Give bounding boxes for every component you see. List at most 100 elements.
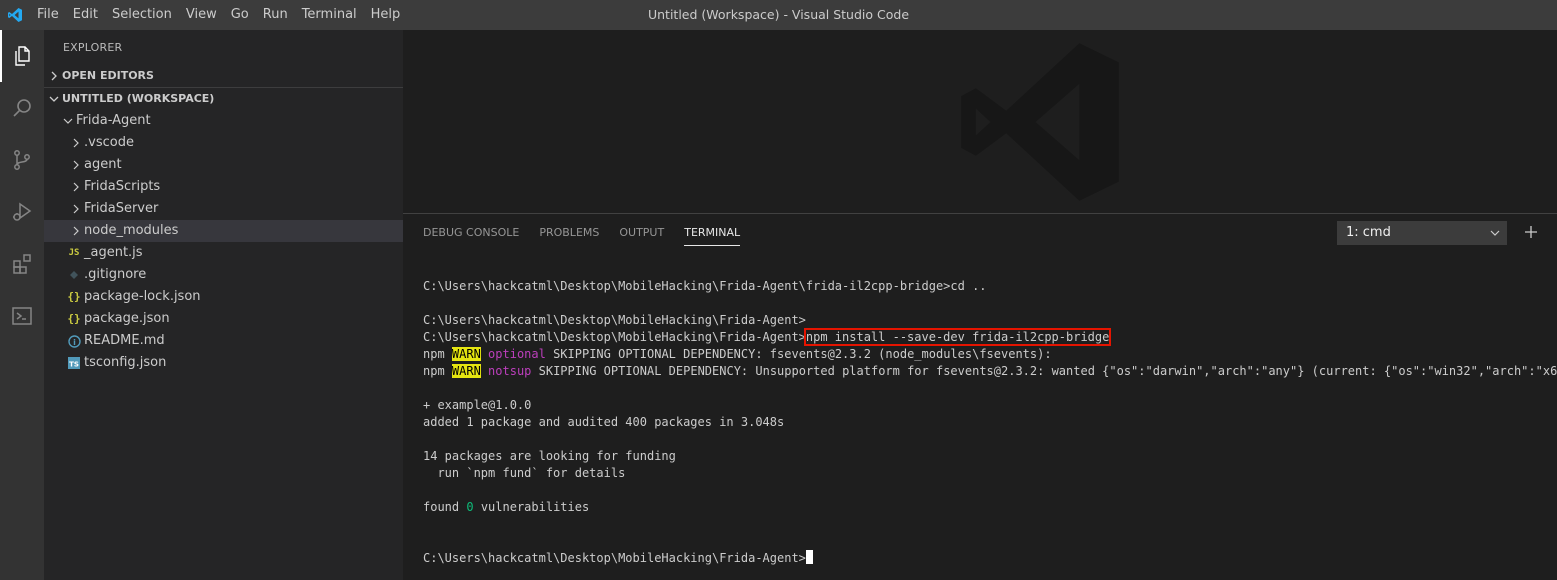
warn-message: SKIPPING OPTIONAL DEPENDENCY: Unsupporte… [531,364,1557,378]
warn-badge: WARN [451,347,481,361]
tree-label: node_modules [84,223,179,238]
tree-file[interactable]: TS tsconfig.json [44,352,403,374]
menu-view[interactable]: View [179,0,224,30]
tree-file[interactable]: i README.md [44,330,403,352]
extensions-icon[interactable] [0,238,44,290]
found-label: found [423,500,467,514]
terminal-cursor [805,550,813,564]
tab-output[interactable]: OUTPUT [609,214,674,252]
tree-file[interactable]: {} package-lock.json [44,286,403,308]
menu-edit[interactable]: Edit [66,0,105,30]
warn-badge: WARN [451,364,481,378]
tree-label: tsconfig.json [84,355,167,370]
vscode-watermark-icon [961,43,1119,201]
tree-folder[interactable]: .vscode [44,132,403,154]
vulnerabilities-label: vulnerabilities [473,500,590,514]
open-editors-label: OPEN EDITORS [62,69,154,82]
chevron-right-icon [68,198,84,220]
editor-area [403,30,1557,213]
menu-terminal[interactable]: Terminal [295,0,364,30]
chevron-right-icon [68,220,84,242]
tree-label: .vscode [84,135,134,150]
chevron-down-icon [60,110,76,132]
vulnerability-count: 0 [466,500,474,514]
terminal-line: found 0 vulnerabilities [423,499,1553,516]
warn-tag: optional [488,347,546,361]
terminal-line: npm WARN optional SKIPPING OPTIONAL DEPE… [423,346,1553,363]
tree-folder-selected[interactable]: node_modules [44,220,403,242]
menu-go[interactable]: Go [224,0,256,30]
tree-label: package.json [84,311,170,326]
tree-label: README.md [84,333,165,348]
tree-file[interactable]: .gitignore [44,264,403,286]
vscode-logo-icon[interactable] [0,0,30,30]
chevron-right-icon [68,154,84,176]
menu-file[interactable]: File [30,0,66,30]
tab-terminal[interactable]: TERMINAL [674,214,750,252]
menu-run[interactable]: Run [256,0,295,30]
terminal-line: C:\Users\hackcatml\Desktop\MobileHacking… [423,279,987,293]
workspace-section[interactable]: UNTITLED (WORKSPACE) [44,87,403,110]
terminal-line: added 1 package and audited 400 packages… [423,415,785,429]
warn-message: SKIPPING OPTIONAL DEPENDENCY: fsevents@2… [545,347,1052,361]
tree-label: package-lock.json [84,289,201,304]
tree-file[interactable]: JS _agent.js [44,242,403,264]
tree-label: agent [84,157,122,172]
tab-problems[interactable]: PROBLEMS [529,214,609,252]
chevron-right-icon [46,65,62,87]
terminal-select-value: 1: cmd [1346,225,1391,240]
tree-folder[interactable]: agent [44,154,403,176]
terminal-line: C:\Users\hackcatml\Desktop\MobileHacking… [423,313,806,327]
tree-label: Frida-Agent [76,113,151,128]
terminal-line: 14 packages are looking for funding [423,449,676,463]
tree-label: .gitignore [84,267,147,282]
chevron-down-icon [1490,222,1500,244]
terminal-prompt: C:\Users\hackcatml\Desktop\MobileHacking… [423,551,806,565]
run-debug-icon[interactable] [0,186,44,238]
tree-label: FridaScripts [84,179,161,194]
remote-icon[interactable] [0,290,44,342]
chevron-down-icon [46,88,62,110]
npm-label: npm [423,347,452,361]
tree-folder[interactable]: FridaScripts [44,176,403,198]
git-file-icon [66,264,82,286]
panel-tabs: DEBUG CONSOLE PROBLEMS OUTPUT TERMINAL [413,214,750,252]
workspace-label: UNTITLED (WORKSPACE) [62,92,215,105]
readme-badge: i [73,338,76,347]
menu-selection[interactable]: Selection [105,0,179,30]
terminal-line: C:\Users\hackcatml\Desktop\MobileHacking… [423,328,1553,346]
terminal-line: C:\Users\hackcatml\Desktop\MobileHacking… [423,550,1553,567]
open-editors-section[interactable]: OPEN EDITORS [44,65,403,87]
tab-debug-console[interactable]: DEBUG CONSOLE [413,214,529,252]
terminal-output[interactable]: C:\Users\hackcatml\Desktop\MobileHacking… [423,278,1557,567]
menu-help[interactable]: Help [364,0,408,30]
source-control-icon[interactable] [0,134,44,186]
javascript-file-icon: JS [68,248,80,258]
explorer-icon[interactable] [0,30,44,82]
chevron-right-icon [68,176,84,198]
tree-label: _agent.js [84,245,143,260]
json-file-icon: {} [67,312,81,325]
terminal-line: npm WARN notsup SKIPPING OPTIONAL DEPEND… [423,363,1557,380]
json-file-icon: {} [67,290,81,303]
sidebar-title: EXPLORER [63,41,123,54]
new-terminal-button[interactable] [1521,222,1541,242]
tree-folder[interactable]: FridaServer [44,198,403,220]
info-file-icon: i [66,330,82,352]
explorer-sidebar: EXPLORER OPEN EDITORS UNTITLED (WORKSPAC… [44,30,403,580]
bottom-panel: DEBUG CONSOLE PROBLEMS OUTPUT TERMINAL 1… [403,213,1557,580]
warn-tag: notsup [488,364,532,378]
search-icon[interactable] [0,82,44,134]
tree-file[interactable]: {} package.json [44,308,403,330]
plus-icon [1525,226,1537,238]
terminal-select[interactable]: 1: cmd [1337,221,1507,245]
title-bar: File Edit Selection View Go Run Terminal… [0,0,1557,30]
terminal-line: run `npm fund` for details [423,466,626,480]
tree-folder-root[interactable]: Frida-Agent [44,110,403,132]
chevron-right-icon [68,132,84,154]
